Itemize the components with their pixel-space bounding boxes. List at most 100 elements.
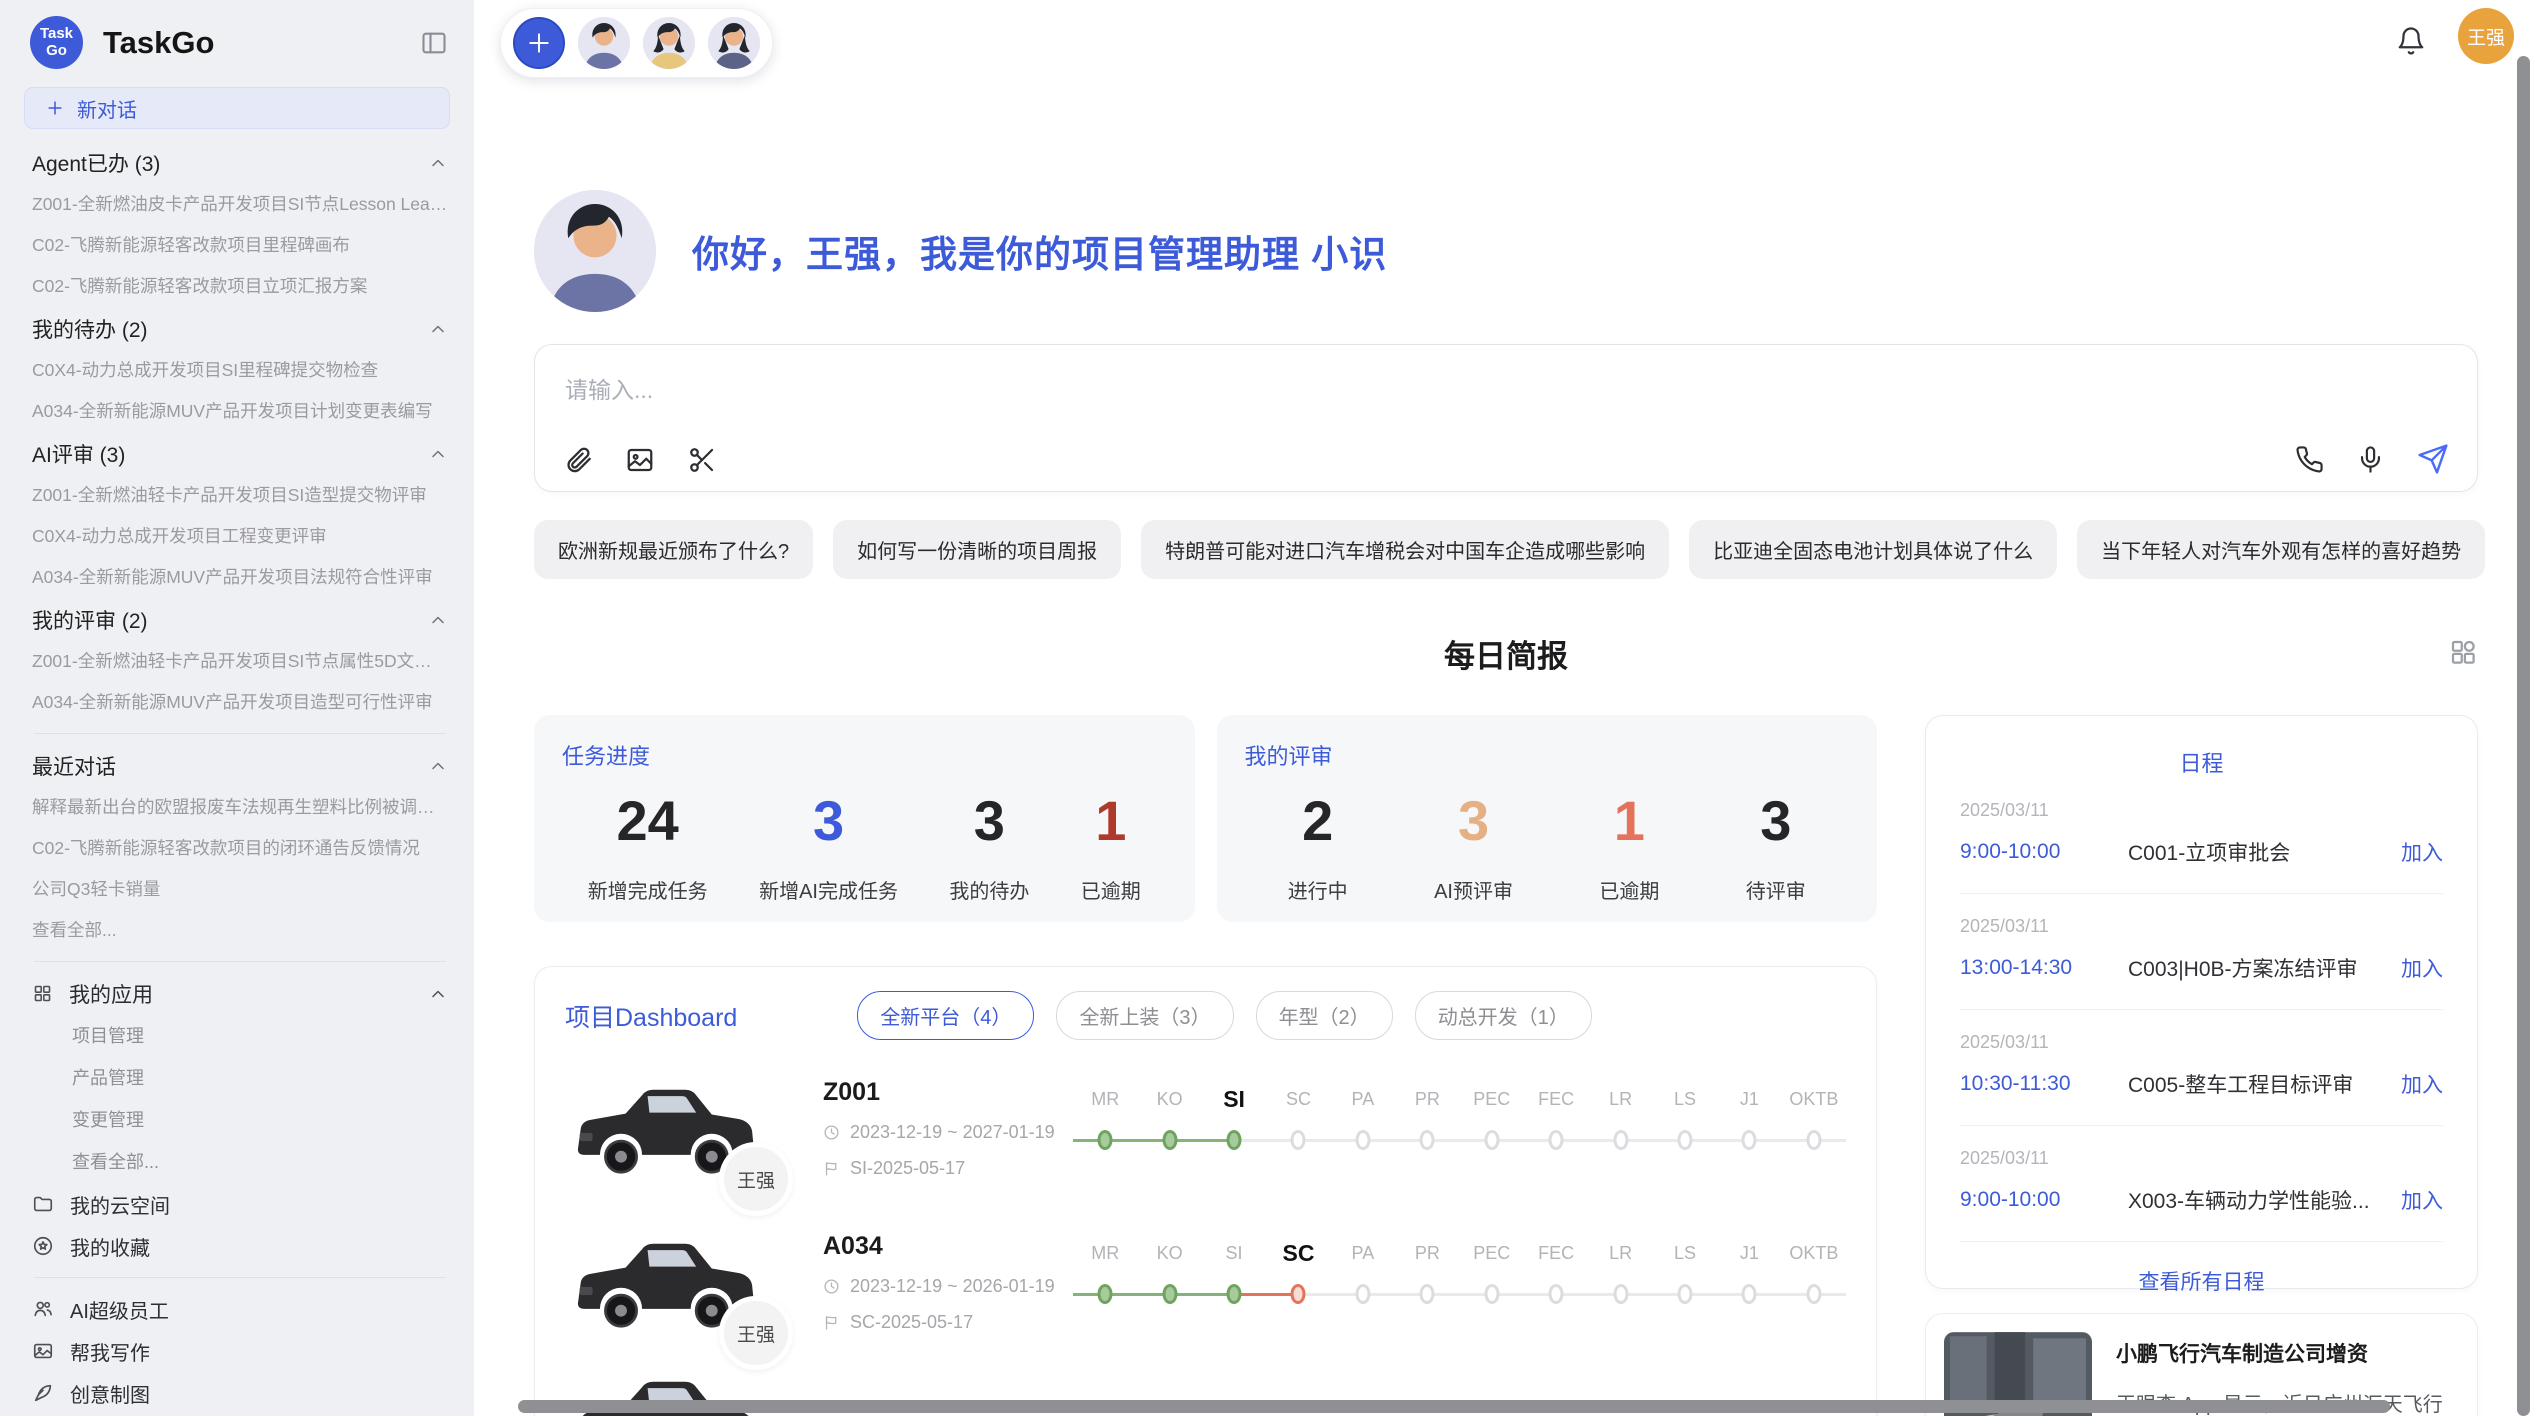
sidebar-list-item[interactable]: C0X4-动力总成开发项目SI里程碑提交物检查 xyxy=(32,350,448,391)
join-link[interactable]: 加入 xyxy=(2401,837,2443,867)
composer-input[interactable]: 请输入... xyxy=(535,345,2477,431)
scissors-icon[interactable] xyxy=(687,445,717,475)
join-link[interactable]: 加入 xyxy=(2401,1069,2443,1099)
sidebar-section-header[interactable]: 我的待办 (2) xyxy=(32,307,448,350)
sidebar-list-item[interactable]: Z001-全新燃油轻卡产品开发项目SI节点属性5D文件评审 xyxy=(32,641,448,682)
sidebar-list-item[interactable]: 查看全部... xyxy=(32,910,448,951)
sidebar-divider xyxy=(34,1277,446,1278)
chevron-up-icon[interactable] xyxy=(428,984,448,1004)
plus-icon xyxy=(526,30,552,56)
sidebar-list-item[interactable]: Z001-全新燃油轻卡产品开发项目SI造型提交物评审 xyxy=(32,475,448,516)
sidebar-collapse-icon[interactable] xyxy=(420,29,448,57)
milestone-dot xyxy=(1549,1130,1564,1150)
assistant-avatar-3[interactable] xyxy=(708,17,760,69)
chevron-up-icon[interactable] xyxy=(428,444,448,464)
user-avatar[interactable]: 王强 xyxy=(2458,8,2514,64)
milestone-label: KO xyxy=(1137,1084,1201,1114)
sidebar-section-header[interactable]: AI评审 (3) xyxy=(32,432,448,475)
assistant-avatar-1[interactable] xyxy=(578,17,630,69)
stat-label: 进行中 xyxy=(1288,875,1348,904)
sidebar-list-item[interactable]: 解释最新出台的欧盟报废车法规再生塑料比例被调至15%... xyxy=(32,787,448,828)
suggestion-chip[interactable]: 比亚迪全固态电池计划具体说了什么 xyxy=(1689,520,2057,579)
sidebar-app-item[interactable]: 产品管理 xyxy=(32,1057,448,1099)
dashboard-tab[interactable]: 全新上装（3） xyxy=(1056,991,1233,1040)
milestone-node xyxy=(1460,1280,1524,1308)
microphone-icon[interactable] xyxy=(2356,445,2385,474)
project-row[interactable]: 王强Z0012023-12-19 ~ 2027-01-19SI-2025-05-… xyxy=(565,1076,1846,1194)
milestone-dot xyxy=(1742,1130,1757,1150)
sidebar-app-item[interactable]: 查看全部... xyxy=(32,1141,448,1183)
milestone-labels: MRKOSISCPAPRPECFECLRLSJ1OKTB xyxy=(1073,1238,1846,1268)
bell-icon[interactable] xyxy=(2396,26,2426,56)
dashboard-tab[interactable]: 全新平台（4） xyxy=(857,991,1034,1040)
cloud-space-label: 我的云空间 xyxy=(70,1190,170,1219)
horizontal-scrollbar[interactable] xyxy=(518,1400,2390,1413)
join-link[interactable]: 加入 xyxy=(2401,953,2443,983)
sidebar-list-item[interactable]: C0X4-动力总成开发项目工程变更评审 xyxy=(32,516,448,557)
image-icon[interactable] xyxy=(625,445,655,475)
sidebar-list-item[interactable]: C02-飞腾新能源轻客改款项目的闭环通告反馈情况 xyxy=(32,828,448,869)
chevron-up-icon[interactable] xyxy=(428,153,448,173)
stat-label: 已逾期 xyxy=(1599,875,1659,904)
chevron-up-icon[interactable] xyxy=(428,756,448,776)
milestone-node xyxy=(1331,1126,1395,1154)
paperclip-icon[interactable] xyxy=(563,445,593,475)
sidebar-list-item[interactable]: Z001-全新燃油皮卡产品开发项目SI节点Lesson Learn报告 xyxy=(32,184,448,225)
suggestion-chip[interactable]: 特朗普可能对进口汽车增税会对中国车企造成哪些影响 xyxy=(1141,520,1669,579)
clock-icon xyxy=(823,1124,840,1141)
main-content: 你好，王强，我是你的项目管理助理 小识 请输入... xyxy=(474,190,2532,1416)
milestone-node xyxy=(1653,1280,1717,1308)
sidebar-section-header[interactable]: 最近对话 xyxy=(32,744,448,787)
new-chat-button[interactable]: 新对话 xyxy=(24,87,450,129)
sidebar-item-ai-super-staff[interactable]: AI超级员工 xyxy=(32,1288,448,1330)
milestone-dot xyxy=(1678,1284,1693,1304)
milestone-node xyxy=(1524,1280,1588,1308)
assistant-avatar-2[interactable] xyxy=(643,17,695,69)
project-code: A034 xyxy=(823,1232,1073,1261)
milestone-labels: MRKOSISCPAPRPECFECLRLSJ1OKTB xyxy=(1073,1084,1846,1114)
add-assistant-button[interactable] xyxy=(513,17,565,69)
phone-icon[interactable] xyxy=(2295,445,2324,474)
vertical-scrollbar[interactable] xyxy=(2517,56,2530,1416)
greeting-section: 你好，王强，我是你的项目管理助理 小识 xyxy=(534,190,2478,312)
sidebar-list-item[interactable]: A034-全新新能源MUV产品开发项目法规符合性评审 xyxy=(32,557,448,598)
join-link[interactable]: 加入 xyxy=(2401,1185,2443,1215)
sidebar-app-item[interactable]: 变更管理 xyxy=(32,1099,448,1141)
sidebar-app-item[interactable]: 项目管理 xyxy=(32,1015,448,1057)
schedule-event: X003-车辆动力学性能验... xyxy=(2128,1185,2387,1215)
milestone-label: PR xyxy=(1395,1084,1459,1114)
news-title: 小鹏飞行汽车制造公司增资 xyxy=(2116,1338,2459,1368)
sidebar-item-my-apps[interactable]: 我的应用 xyxy=(32,972,448,1015)
suggestion-chip[interactable]: 如何写一份清晰的项目周报 xyxy=(833,520,1121,579)
daily-brief-title: 每日简报 xyxy=(534,631,2478,676)
project-row[interactable]: 王强A0342023-12-19 ~ 2026-01-19SC-2025-05-… xyxy=(565,1230,1846,1348)
sidebar-list-item[interactable]: A034-全新新能源MUV产品开发项目计划变更表编写 xyxy=(32,391,448,432)
schedule-date: 2025/03/11 xyxy=(1960,1032,2443,1053)
sidebar-list-item[interactable]: A034-全新新能源MUV产品开发项目造型可行性评审 xyxy=(32,682,448,723)
chevron-up-icon[interactable] xyxy=(428,610,448,630)
suggestion-chip[interactable]: 欧洲新规最近颁布了什么? xyxy=(534,520,813,579)
sidebar-item-help-write[interactable]: 帮我写作 xyxy=(32,1330,448,1372)
sidebar-item-favorites[interactable]: 我的收藏 xyxy=(32,1225,448,1267)
sidebar-section-header[interactable]: Agent已办 (3) xyxy=(32,141,448,184)
dashboard-title: 项目Dashboard xyxy=(565,998,737,1034)
sidebar-list-item[interactable]: C02-飞腾新能源轻客改款项目立项汇报方案 xyxy=(32,266,448,307)
sidebar-section-header[interactable]: 我的评审 (2) xyxy=(32,598,448,641)
milestone-node xyxy=(1395,1126,1459,1154)
milestone-dot xyxy=(1613,1284,1628,1304)
sidebar-item-cloud-space[interactable]: 我的云空间 xyxy=(32,1183,448,1225)
dashboard-layout-icon[interactable] xyxy=(2448,637,2478,667)
view-all-schedule-link[interactable]: 查看所有日程 xyxy=(1960,1242,2443,1310)
sidebar-list-item[interactable]: 公司Q3轻卡销量 xyxy=(32,869,448,910)
sidebar-header: Task Go TaskGo xyxy=(0,0,474,77)
schedule-time: 13:00-14:30 xyxy=(1960,956,2128,980)
dashboard-tab[interactable]: 动总开发（1） xyxy=(1415,991,1592,1040)
suggestion-chip[interactable]: 当下年轻人对汽车外观有怎样的喜好趋势 xyxy=(2077,520,2485,579)
chevron-up-icon[interactable] xyxy=(428,319,448,339)
send-icon[interactable] xyxy=(2417,443,2449,475)
dashboard-tab[interactable]: 年型（2） xyxy=(1256,991,1393,1040)
milestone-dot xyxy=(1806,1130,1821,1150)
sidebar-list-item[interactable]: C02-飞腾新能源轻客改款项目里程碑画布 xyxy=(32,225,448,266)
project-dates: 2023-12-19 ~ 2027-01-19 xyxy=(823,1122,1073,1143)
sidebar-item-creative-drawing[interactable]: 创意制图 xyxy=(32,1372,448,1414)
